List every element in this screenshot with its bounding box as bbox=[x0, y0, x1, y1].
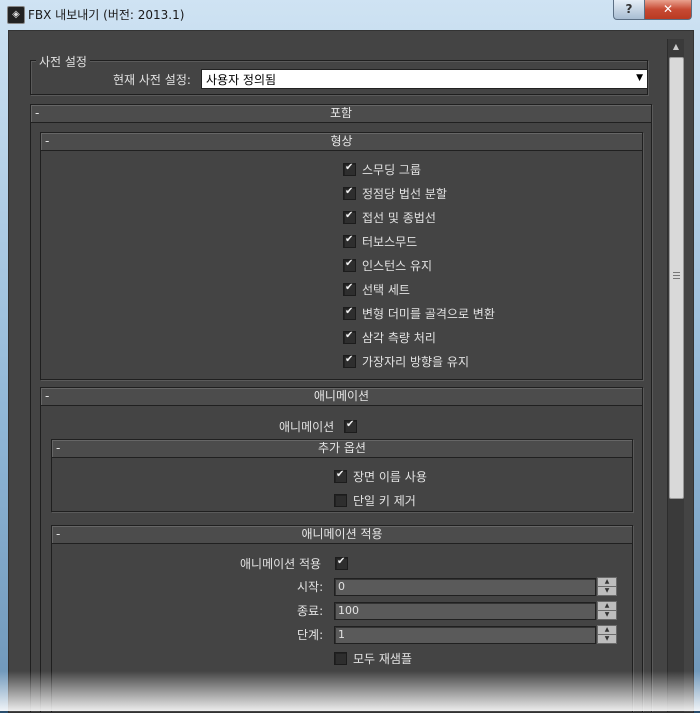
dialog-client: 사전 설정 현재 사전 설정: 사용자 정의됨 ▼ - 포함 - 형상 ✔ 스무… bbox=[8, 30, 694, 713]
animation-enable-label: 애니메이션 bbox=[279, 420, 335, 434]
grip-icon bbox=[673, 272, 680, 273]
preserve-instances-checkbox[interactable] bbox=[343, 258, 356, 272]
tangents-label: 접선 및 종법선 bbox=[362, 211, 436, 225]
remove-single-keys-label: 단일 키 제거 bbox=[353, 494, 416, 508]
current-preset-label: 현재 사전 설정: bbox=[113, 73, 191, 87]
title-bar[interactable]: ◈ FBX 내보내기 (버전: 2013.1) ? ✕ bbox=[0, 0, 700, 28]
extra-options-rollout-title: 추가 옵션 bbox=[318, 441, 366, 455]
include-rollout-header[interactable]: - 포함 bbox=[30, 104, 652, 123]
close-button[interactable]: ✕ bbox=[644, 0, 692, 20]
start-spinner[interactable]: ▲ ▼ bbox=[597, 577, 617, 596]
triangulate-label: 삼각 측량 처리 bbox=[362, 331, 436, 345]
convert-dummies-label: 변형 더미를 골격으로 변환 bbox=[362, 307, 495, 321]
presets-group-title: 사전 설정 bbox=[36, 53, 90, 70]
preserve-edge-orientation-label: 가장자리 방향을 유지 bbox=[362, 355, 469, 369]
geometry-rollout: - 형상 스무딩 그룹 정점당 법선 분할 접선 및 종법선 bbox=[40, 132, 643, 380]
help-button[interactable]: ? bbox=[613, 0, 645, 20]
start-value: 0 bbox=[338, 580, 345, 593]
smoothing-groups-checkbox[interactable] bbox=[343, 162, 356, 176]
step-spinner[interactable]: ▲ ▼ bbox=[597, 625, 617, 644]
geometry-rollout-title: 형상 bbox=[330, 134, 353, 148]
chevron-down-icon: ▼ bbox=[636, 73, 643, 83]
collapse-toggle-icon: - bbox=[35, 106, 40, 120]
vertical-scrollbar[interactable]: ▲ bbox=[667, 39, 684, 712]
resample-all-checkbox[interactable] bbox=[334, 652, 347, 665]
extra-options-rollout: - 추가 옵션 장면 이름 사용 단일 키 제거 bbox=[51, 439, 633, 512]
spinner-down-icon[interactable]: ▼ bbox=[597, 586, 617, 596]
settings-scroll-area: 사전 설정 현재 사전 설정: 사용자 정의됨 ▼ - 포함 - 형상 ✔ 스무… bbox=[9, 31, 661, 712]
collapse-toggle-icon: - bbox=[56, 441, 61, 455]
bake-enable-checkbox[interactable] bbox=[335, 556, 348, 570]
animation-rollout-header[interactable]: - 애니메이션 bbox=[40, 387, 643, 406]
animation-rollout-title: 애니메이션 bbox=[313, 389, 370, 403]
turbosmooth-checkbox[interactable] bbox=[343, 234, 356, 248]
end-input[interactable]: 100 bbox=[334, 602, 596, 620]
include-rollout: - 포함 - 형상 스무딩 그룹 정점당 법선 분할 bbox=[30, 104, 652, 712]
resample-all-label: 모두 재샘플 bbox=[353, 652, 413, 666]
bake-animation-rollout-header[interactable]: - 애니메이션 적용 bbox=[51, 525, 633, 544]
scroll-thumb[interactable] bbox=[669, 57, 684, 499]
end-label: 종료: bbox=[297, 604, 324, 618]
collapse-toggle-icon: - bbox=[45, 389, 50, 403]
presets-group: 사전 설정 현재 사전 설정: 사용자 정의됨 ▼ bbox=[30, 53, 648, 95]
triangulate-checkbox[interactable] bbox=[343, 330, 356, 344]
smoothing-groups-label: 스무딩 그룹 bbox=[362, 163, 422, 177]
preserve-edge-orientation-checkbox[interactable] bbox=[343, 354, 356, 368]
include-rollout-title: 포함 bbox=[329, 106, 353, 120]
fbx-export-window: ◈ FBX 내보내기 (버전: 2013.1) ? ✕ 사전 설정 현재 사전 … bbox=[0, 0, 700, 713]
step-value: 1 bbox=[338, 628, 345, 641]
selection-sets-checkbox[interactable] bbox=[343, 282, 356, 296]
extra-options-rollout-header[interactable]: - 추가 옵션 bbox=[51, 439, 633, 458]
start-label: 시작: bbox=[297, 580, 324, 594]
geometry-rollout-header[interactable]: - 형상 bbox=[40, 132, 643, 151]
collapse-toggle-icon: - bbox=[56, 527, 61, 541]
step-label: 단계: bbox=[297, 628, 324, 642]
convert-dummies-checkbox[interactable] bbox=[343, 306, 356, 320]
preset-dropdown[interactable]: 사용자 정의됨 ▼ bbox=[201, 69, 648, 89]
animation-enable-option[interactable] bbox=[344, 418, 358, 434]
preserve-instances-label: 인스턴스 유지 bbox=[362, 259, 433, 273]
split-normals-checkbox[interactable] bbox=[343, 186, 356, 200]
turbosmooth-label: 터보스무드 bbox=[362, 235, 418, 249]
end-value: 100 bbox=[338, 604, 359, 617]
spinner-down-icon[interactable]: ▼ bbox=[597, 634, 617, 644]
bake-animation-rollout-title: 애니메이션 적용 bbox=[301, 527, 383, 541]
scroll-up-icon[interactable]: ▲ bbox=[668, 39, 684, 55]
tangents-checkbox[interactable] bbox=[343, 210, 356, 224]
split-normals-label: 정점당 법선 분할 bbox=[362, 187, 447, 201]
start-input[interactable]: 0 bbox=[334, 578, 596, 596]
use-scene-name-checkbox[interactable] bbox=[334, 469, 347, 483]
bake-enable-label: 애니메이션 적용 bbox=[240, 557, 322, 571]
app-icon: ◈ bbox=[7, 6, 25, 24]
animation-rollout: - 애니메이션 애니메이션 - 추가 옵션 bbox=[40, 387, 643, 712]
remove-single-keys-checkbox[interactable] bbox=[334, 494, 347, 507]
preset-dropdown-value: 사용자 정의됨 bbox=[206, 73, 277, 87]
bake-enable-option[interactable] bbox=[335, 555, 349, 571]
animation-enable-checkbox[interactable] bbox=[344, 419, 357, 433]
collapse-toggle-icon: - bbox=[45, 134, 50, 148]
selection-sets-label: 선택 세트 bbox=[362, 283, 410, 297]
window-title: FBX 내보내기 (버전: 2013.1) bbox=[28, 8, 185, 22]
step-input[interactable]: 1 bbox=[334, 626, 596, 644]
spinner-down-icon[interactable]: ▼ bbox=[597, 610, 617, 620]
use-scene-name-label: 장면 이름 사용 bbox=[353, 470, 427, 484]
bottom-fade bbox=[0, 671, 700, 711]
end-spinner[interactable]: ▲ ▼ bbox=[597, 601, 617, 620]
